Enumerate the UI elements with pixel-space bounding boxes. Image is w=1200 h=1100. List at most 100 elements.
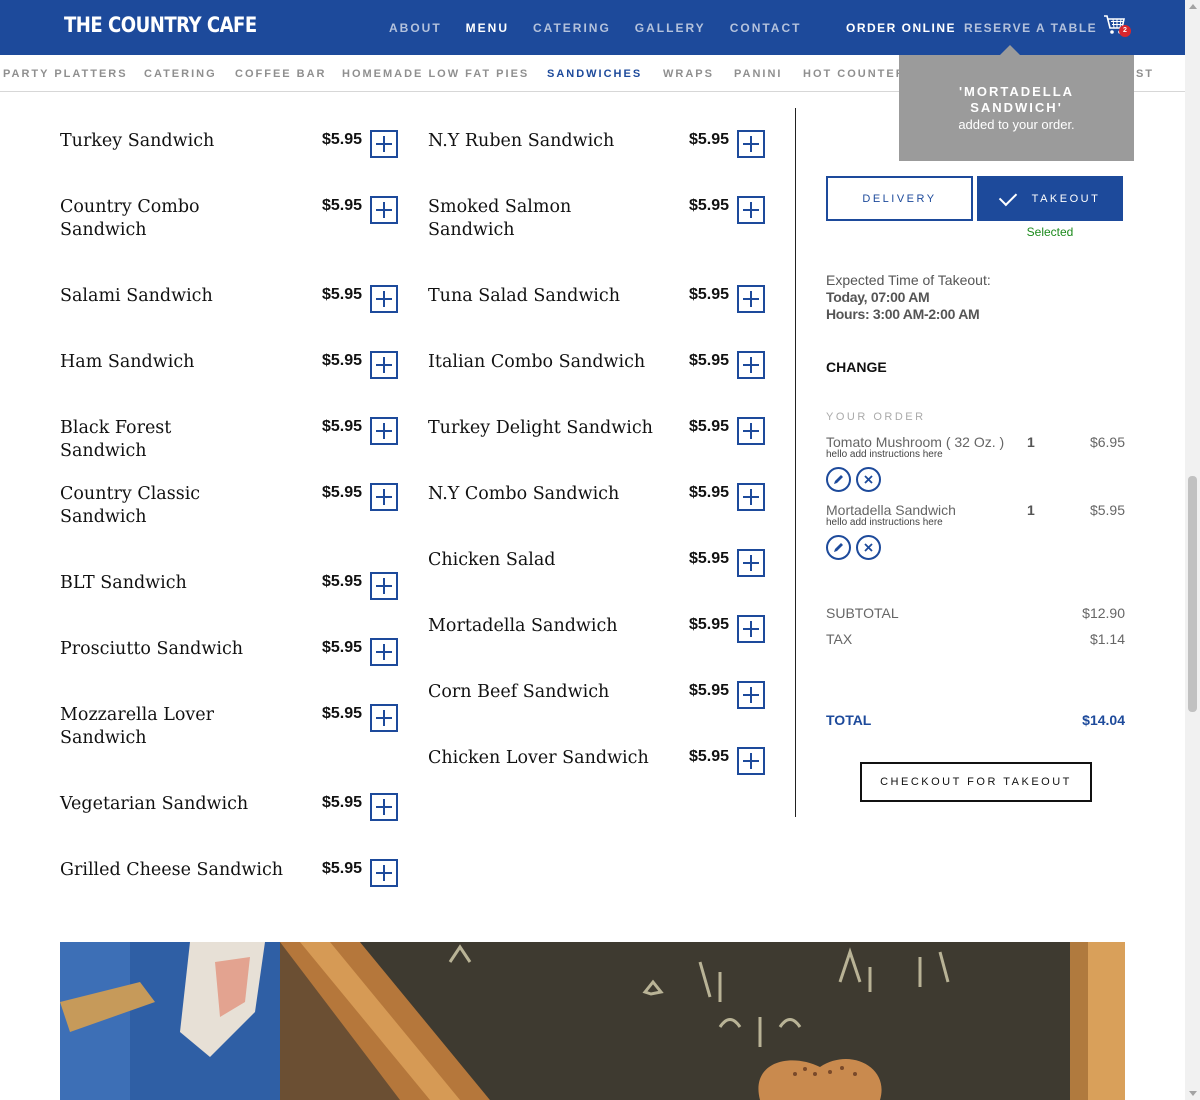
add-to-order-button[interactable] [737, 747, 765, 775]
menu-item-name: Country Classic Sandwich [60, 484, 201, 527]
add-to-order-button[interactable] [370, 130, 398, 158]
toast-message: added to your order. [958, 117, 1075, 132]
change-time-button[interactable]: CHANGE [826, 359, 887, 375]
menu-item-price: $5.95 [689, 418, 730, 435]
menu-item-name: Ham Sandwich [60, 352, 195, 372]
menu-item-name: Prosciutto Sandwich [60, 639, 244, 659]
total-value: $14.04 [1082, 712, 1125, 728]
menu-item-name: Country Combo Sandwich [60, 197, 200, 240]
site-logo[interactable]: THE COUNTRY CAFE [64, 13, 257, 37]
cart-count-badge: 2 [1119, 25, 1131, 37]
add-to-order-button[interactable] [370, 572, 398, 600]
scroll-down-arrow-icon[interactable] [1189, 1091, 1197, 1096]
add-to-order-button[interactable] [737, 351, 765, 379]
expected-time-label: Expected Time of Takeout: [826, 272, 991, 288]
add-to-order-button[interactable] [370, 351, 398, 379]
add-to-order-button[interactable] [737, 681, 765, 709]
order-item-qty: 1 [1027, 502, 1035, 518]
scroll-up-arrow-icon[interactable] [1189, 4, 1197, 9]
add-to-order-button[interactable] [370, 638, 398, 666]
remove-item-button[interactable] [856, 535, 881, 560]
category-homemade-low-fat-pies[interactable]: HOMEMADE LOW FAT PIES [342, 68, 529, 80]
order-item-name: Mortadella Sandwich [826, 502, 956, 518]
add-to-order-button[interactable] [370, 483, 398, 511]
category-catering[interactable]: CATERING [144, 68, 217, 80]
order-online-link[interactable]: ORDER ONLINE [846, 21, 956, 35]
tax-label: TAX [826, 631, 853, 647]
menu-item-name: Chicken Lover Sandwich [428, 748, 649, 768]
subtotal-label: SUBTOTAL [826, 605, 899, 621]
cafe-chalkboard-photo [60, 942, 1125, 1100]
scrollbar-thumb[interactable] [1188, 476, 1197, 712]
add-to-order-button[interactable] [737, 285, 765, 313]
menu-item-name: Salami Sandwich [60, 286, 213, 306]
menu-item-price: $5.95 [322, 573, 363, 590]
category-sandwiches[interactable]: SANDWICHES [547, 68, 642, 80]
delivery-button[interactable]: DELIVERY [826, 176, 973, 221]
remove-item-button[interactable] [856, 467, 881, 492]
menu-item-price: $5.95 [322, 286, 363, 303]
menu-item-name: Italian Combo Sandwich [428, 352, 646, 372]
add-to-order-button[interactable] [737, 196, 765, 224]
total-label: TOTAL [826, 712, 872, 728]
menu-item-price: $5.95 [689, 352, 730, 369]
add-to-order-button[interactable] [370, 196, 398, 224]
menu-item-price: $5.95 [322, 639, 363, 656]
menu-item-name: Turkey Sandwich [60, 131, 215, 151]
category-party-platters[interactable]: PARTY PLATTERS [3, 68, 128, 80]
add-to-order-button[interactable] [370, 704, 398, 732]
selected-indicator: Selected [1026, 225, 1074, 239]
category-coffee-bar[interactable]: COFFEE BAR [235, 68, 327, 80]
menu-item-price: $5.95 [322, 705, 363, 722]
menu-item-price: $5.95 [689, 748, 730, 765]
order-item-qty: 1 [1027, 434, 1035, 450]
expected-time-value: Today, 07:00 AM [826, 289, 930, 305]
menu-item-price: $5.95 [322, 197, 363, 214]
nav-gallery[interactable]: GALLERY [635, 21, 706, 35]
checkout-button[interactable]: CHECKOUT FOR TAKEOUT [860, 762, 1092, 802]
category-hot-counter[interactable]: HOT COUNTER [803, 68, 906, 80]
menu-item-price: $5.95 [322, 418, 363, 435]
menu-item-price: $5.95 [322, 131, 363, 148]
order-item-price: $5.95 [1089, 502, 1125, 518]
reserve-table-link[interactable]: RESERVE A TABLE [964, 21, 1097, 35]
order-item-price: $6.95 [1089, 434, 1125, 450]
cart-button[interactable]: 2 [1103, 14, 1131, 40]
delivery-label: DELIVERY [862, 192, 937, 205]
order-item-note: hello add instructions here [826, 517, 943, 528]
menu-item-name: N.Y Ruben Sandwich [428, 131, 615, 151]
subtotal-value: $12.90 [1082, 605, 1125, 621]
nav-contact[interactable]: CONTACT [730, 21, 802, 35]
menu-item-name: N.Y Combo Sandwich [428, 484, 620, 504]
nav-catering[interactable]: CATERING [533, 21, 611, 35]
add-to-order-button[interactable] [737, 615, 765, 643]
takeout-button[interactable]: TAKEOUT [977, 176, 1123, 221]
menu-item-price: $5.95 [322, 352, 363, 369]
nav-menu[interactable]: MENU [466, 21, 509, 35]
menu-item-name: Black Forest Sandwich [60, 418, 172, 461]
add-to-order-button[interactable] [370, 285, 398, 313]
add-to-order-button[interactable] [370, 793, 398, 821]
pencil-icon [834, 543, 843, 552]
menu-item-price: $5.95 [689, 616, 730, 633]
nav-about[interactable]: ABOUT [389, 21, 442, 35]
menu-item-price: $5.95 [322, 794, 363, 811]
toast-title: 'MORTADELLA SANDWICH' [958, 84, 1075, 115]
add-to-order-button[interactable] [737, 130, 765, 158]
menu-item-name: Mozzarella Lover Sandwich [60, 705, 215, 748]
add-to-order-button[interactable] [737, 417, 765, 445]
takeout-label: TAKEOUT [1031, 192, 1101, 205]
category-panini[interactable]: PANINI [734, 68, 782, 80]
add-to-order-button[interactable] [737, 483, 765, 511]
your-order-heading: YOUR ORDER [826, 411, 926, 423]
menu-item-name: BLT Sandwich [60, 573, 187, 593]
edit-item-button[interactable] [826, 467, 851, 492]
add-to-order-button[interactable] [370, 417, 398, 445]
menu-item-name: Chicken Salad [428, 550, 556, 570]
menu-item-name: Turkey Delight Sandwich [428, 418, 653, 438]
category-wraps[interactable]: WRAPS [663, 68, 714, 80]
add-to-order-button[interactable] [370, 859, 398, 887]
edit-item-button[interactable] [826, 535, 851, 560]
add-to-order-button[interactable] [737, 549, 765, 577]
menu-item-name: Vegetarian Sandwich [60, 794, 249, 814]
